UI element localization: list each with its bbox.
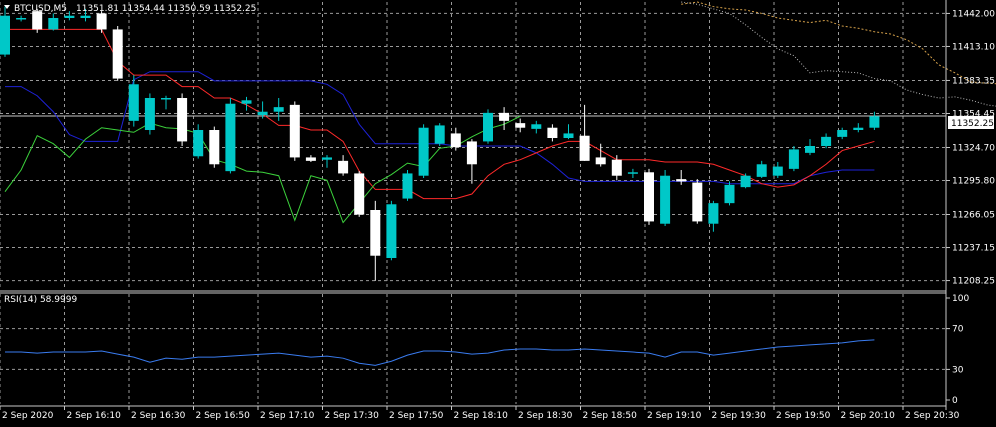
candle-bull[interactable]: [740, 175, 751, 188]
candle-bull[interactable]: [627, 172, 638, 174]
candle-bear[interactable]: [595, 157, 606, 165]
candle-bull[interactable]: [772, 166, 783, 176]
candle-bear[interactable]: [499, 112, 510, 121]
rsi-line: [5, 339, 875, 366]
candle-bull[interactable]: [0, 15, 10, 55]
candle-bear[interactable]: [611, 159, 622, 176]
candle-bull[interactable]: [837, 130, 848, 137]
grid-lines: [0, 2, 946, 404]
candle-bull[interactable]: [144, 98, 155, 130]
candle-bull[interactable]: [483, 112, 493, 142]
x-tick-label: 2 Sep 20:30: [905, 411, 960, 421]
rsi-series: [5, 339, 875, 366]
axes: 11442.0011413.1011383.3511354.4511324.70…: [0, 0, 995, 421]
candle-bull[interactable]: [241, 100, 252, 104]
x-tick-label: 2 Sep 18:50: [583, 411, 638, 421]
rsi-label: RSI(14) 58.9999: [4, 295, 77, 305]
candle-bear[interactable]: [515, 123, 526, 128]
ohlc-readout: 11351.81 11354.44 11350.59 11352.25: [76, 4, 256, 14]
current-price-label: 11352.25: [951, 119, 994, 129]
candle-bull[interactable]: [48, 18, 59, 30]
candle-bull[interactable]: [322, 157, 332, 160]
chart-window[interactable]: 11442.00 11413.10 11383.35 11354.45 11324.70…: [0, 0, 996, 427]
candle-bull[interactable]: [64, 15, 75, 18]
rsi-tick-label: 100: [952, 294, 969, 304]
candle-bull[interactable]: [563, 133, 574, 138]
candle-bull[interactable]: [257, 111, 268, 116]
candle-bear[interactable]: [96, 13, 107, 30]
candle-bull[interactable]: [273, 107, 284, 112]
y-tick-label: 11383.35: [952, 76, 995, 86]
candle-bull[interactable]: [531, 124, 542, 129]
x-tick-label: 2 Sep 17:50: [389, 411, 444, 421]
candle-bull[interactable]: [193, 130, 204, 157]
candle-bear[interactable]: [305, 157, 316, 161]
y-tick-label: 11208.25: [952, 277, 995, 287]
candle-bear[interactable]: [450, 133, 461, 148]
candle-bull[interactable]: [161, 98, 171, 100]
candle-bear[interactable]: [370, 210, 381, 256]
candle-bear[interactable]: [209, 130, 220, 165]
candle-bull[interactable]: [756, 164, 767, 177]
candle-bull[interactable]: [128, 84, 139, 121]
x-tick-label: 2 Sep 19:10: [647, 411, 702, 421]
x-tick-label: 2 Sep 20:10: [841, 411, 896, 421]
candle-bull[interactable]: [80, 15, 91, 18]
x-tick-label: 2 Sep 18:10: [454, 411, 509, 421]
y-tick-label: 11266.05: [952, 211, 995, 221]
candle-bull[interactable]: [660, 175, 671, 224]
candle-bull[interactable]: [418, 127, 429, 176]
y-tick-label: 11324.70: [952, 143, 995, 153]
x-tick-label: 2 Sep 17:30: [325, 411, 380, 421]
x-tick-label: 2 Sep 16:30: [131, 411, 186, 421]
x-tick-label: 2 Sep 18:30: [518, 411, 573, 421]
symbol-timeframe[interactable]: BTCUSD,M5: [14, 4, 67, 14]
candle-bull[interactable]: [434, 125, 445, 144]
y-tick-label: 11413.10: [952, 42, 995, 52]
candle-bear[interactable]: [177, 98, 188, 142]
candle-bull[interactable]: [225, 103, 236, 172]
y-tick-label: 11237.15: [952, 244, 995, 254]
candlestick-series[interactable]: [0, 6, 880, 281]
x-tick-label: 2 Sep 19:30: [712, 411, 767, 421]
chart-canvas[interactable]: 11442.0011413.1011383.3511354.4511324.70…: [0, 0, 996, 427]
rsi-tick-label: 70: [952, 325, 964, 335]
candle-bear[interactable]: [547, 127, 558, 138]
x-tick-label: 2 Sep 2020: [2, 411, 54, 421]
candle-bull[interactable]: [16, 18, 27, 20]
candle-bear[interactable]: [676, 179, 687, 182]
rsi-tick-label: 0: [952, 396, 958, 406]
candle-bear[interactable]: [466, 141, 477, 165]
candle-bear[interactable]: [354, 173, 365, 215]
candle-bull[interactable]: [788, 149, 799, 169]
candle-bull[interactable]: [402, 173, 413, 199]
candle-bull[interactable]: [724, 184, 735, 204]
candle-bull[interactable]: [708, 203, 719, 224]
y-tick-label: 11442.00: [952, 9, 995, 19]
candle-bear[interactable]: [692, 182, 703, 222]
candle-bear[interactable]: [644, 172, 654, 222]
candle-bull[interactable]: [386, 204, 397, 258]
candle-bear[interactable]: [579, 135, 590, 161]
candle-bear[interactable]: [112, 29, 123, 79]
x-tick-label: 2 Sep 16:10: [67, 411, 122, 421]
x-tick-label: 2 Sep 16:50: [196, 411, 251, 421]
candle-bull[interactable]: [853, 127, 864, 130]
candle-bear[interactable]: [289, 104, 300, 158]
y-tick-label: 11295.80: [952, 177, 995, 187]
candle-bull[interactable]: [805, 146, 815, 153]
x-tick-label: 2 Sep 19:50: [776, 411, 831, 421]
x-tick-label: 2 Sep 17:10: [260, 411, 315, 421]
candle-bull[interactable]: [869, 116, 880, 128]
candle-bull[interactable]: [821, 136, 832, 146]
rsi-tick-label: 30: [952, 365, 964, 375]
candle-bear[interactable]: [338, 160, 349, 174]
